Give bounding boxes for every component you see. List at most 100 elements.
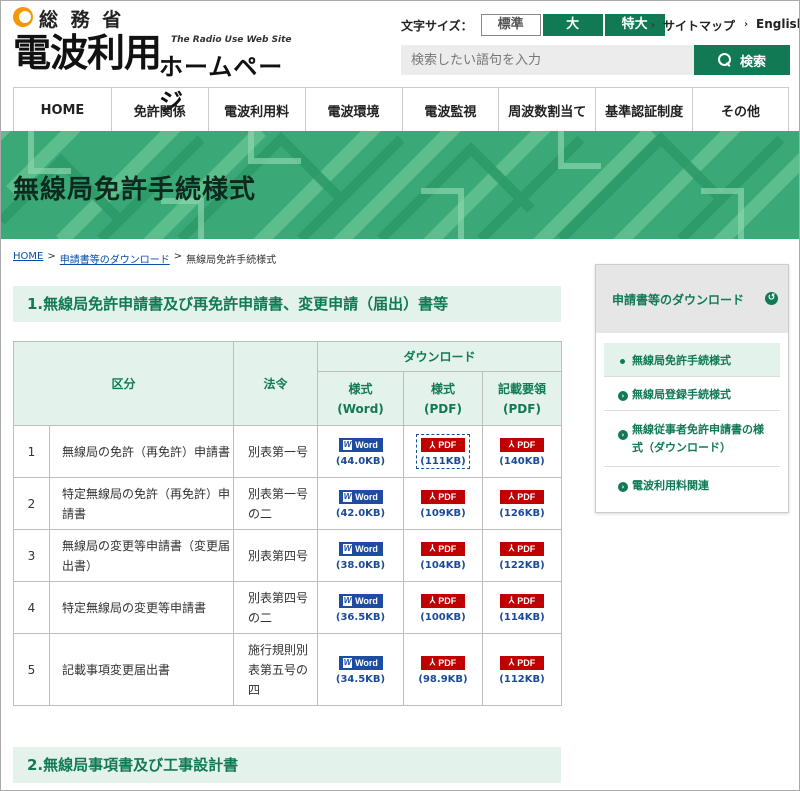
pdf-badge: ⅄ PDF (500, 541, 544, 556)
file-size: (140KB) (499, 455, 545, 467)
sidebar-item-radio-fee[interactable]: › 電波利用料関連 (604, 467, 780, 503)
word-badge: W Word (338, 594, 383, 608)
file-size: (42.0KB) (335, 508, 386, 519)
sidebar-item-license-forms[interactable]: 無線局免許手続様式 (604, 343, 780, 377)
table-row: 2 特定無線局の免許（再免許）申請書 別表第一号の二 W Word (42.0KB… (13, 477, 562, 530)
table-row: 5 記載事項変更届出書 施行規則別表第五号の四 W Word (34.5KB) ⅄… (13, 633, 562, 706)
row-form-name: 記載事項変更届出書 (49, 633, 234, 706)
row-form-name: 特定無線局の変更等申請書 (49, 581, 234, 634)
word-icon: W (343, 544, 353, 554)
ministry-logo-icon (13, 7, 33, 27)
pdf-badge: ⅄ PDF (421, 593, 465, 608)
file-size: (44.0KB) (335, 456, 386, 467)
bullet-dot-icon (620, 358, 625, 364)
nav-item-radio-monitoring[interactable]: 電波監視 (403, 88, 500, 132)
word-icon: W (343, 658, 353, 668)
table-row: 1 無線局の免許（再免許）申請書 別表第一号 W Word (44.0KB) ⅄ P… (13, 425, 562, 478)
pdf-badge: ⅄ PDF (500, 655, 544, 670)
font-size-control: 文字サイズ： 標準 大 特大 (401, 14, 665, 36)
sidebar: 申請書等のダウンロード ↺ 無線局免許手続様式 › 無線局登録手続様式 › 無線… (595, 264, 789, 513)
pdf-icon: ⅄ (508, 543, 515, 554)
pdf-download-link[interactable]: ⅄ PDF (98.9KB) (403, 633, 483, 706)
site-title: 電波利用 (13, 31, 162, 75)
nav-item-radio-fee[interactable]: 電波利用料 (209, 88, 306, 132)
row-number: 1 (13, 425, 50, 478)
row-law: 別表第一号の二 (233, 477, 318, 530)
file-size: (122KB) (499, 559, 545, 571)
pdf-badge: ⅄ PDF (500, 489, 544, 504)
word-download-link[interactable]: W Word (34.5KB) (317, 633, 404, 706)
header-guide-pdf: 記載要領 (PDF) (482, 371, 562, 426)
word-badge: W Word (338, 656, 383, 670)
table-row: 3 無線局の変更等申請書（変更届出書） 別表第四号 W Word (38.0KB)… (13, 529, 562, 582)
sidebar-item-label: 電波利用料関連 (632, 479, 709, 492)
english-link[interactable]: › English (744, 17, 799, 31)
file-size: (36.5KB) (335, 612, 386, 623)
nav-item-frequency-allocation[interactable]: 周波数割当て (499, 88, 597, 132)
word-download-link[interactable]: W Word (36.5KB) (317, 581, 404, 634)
nav-item-home[interactable]: HOME (14, 88, 112, 132)
back-arrow-icon: ↺ (765, 292, 778, 305)
nav-item-certification[interactable]: 基準認証制度 (596, 88, 694, 132)
word-download-link[interactable]: W Word (44.0KB) (317, 425, 404, 478)
pdf-icon: ⅄ (508, 657, 515, 668)
search-input[interactable] (401, 45, 694, 75)
page-banner: 無線局免許手続様式 (1, 131, 799, 239)
row-number: 5 (13, 633, 50, 706)
page-frame: 総 務 省 電波利用 The Radio Use Web Site ホームページ… (0, 0, 800, 791)
breadcrumb-home-link[interactable]: HOME (13, 251, 43, 266)
pdf-download-link[interactable]: ⅄ PDF (104KB) (403, 529, 483, 582)
focused-link[interactable]: ⅄ PDF (111KB) (416, 433, 470, 470)
pdf-icon: ⅄ (508, 491, 515, 502)
chevron-right-icon: › (744, 18, 749, 30)
row-law: 別表第四号の二 (233, 581, 318, 634)
sidebar-item-operator-license-forms[interactable]: › 無線従事者免許申請書の様式（ダウンロード） (604, 411, 780, 467)
chevron-right-icon: › (651, 20, 656, 31)
pdf-download-link[interactable]: ⅄ PDF (100KB) (403, 581, 483, 634)
nav-item-radio-environment[interactable]: 電波環境 (306, 88, 403, 132)
pdf-badge: ⅄ PDF (500, 437, 544, 452)
file-size: (111KB) (420, 456, 466, 468)
site-logo[interactable]: 総 務 省 電波利用 The Radio Use Web Site ホームページ (13, 7, 303, 116)
guide-download-link[interactable]: ⅄ PDF (122KB) (482, 529, 562, 582)
sidebar-title: 申請書等のダウンロード (612, 292, 745, 307)
section-heading-2: 2.無線局事項書及び工事設計書 (13, 747, 561, 783)
pdf-badge: ⅄ PDF (500, 593, 544, 608)
row-form-name: 無線局の免許（再免許）申請書 (49, 425, 234, 478)
pdf-download-link[interactable]: ⅄ PDF (111KB) (403, 425, 483, 478)
font-size-label: 文字サイズ： (401, 18, 473, 33)
word-badge: W Word (338, 542, 383, 556)
row-number: 4 (13, 581, 50, 634)
file-size: (38.0KB) (335, 560, 386, 571)
guide-download-link[interactable]: ⅄ PDF (114KB) (482, 581, 562, 634)
arrow-circle-icon: › (618, 482, 628, 492)
header-form-word: 様式 (Word) (317, 371, 404, 426)
word-download-link[interactable]: W Word (38.0KB) (317, 529, 404, 582)
sidebar-item-registration-forms[interactable]: › 無線局登録手続様式 (604, 377, 780, 411)
row-form-name: 無線局の変更等申請書（変更届出書） (49, 529, 234, 582)
row-number: 3 (13, 529, 50, 582)
sidebar-item-label: 無線局免許手続様式 (632, 353, 731, 367)
font-size-standard-button[interactable]: 標準 (480, 14, 541, 36)
sitemap-link[interactable]: › サイトマップ (651, 17, 735, 34)
sidebar-title-link[interactable]: 申請書等のダウンロード ↺ (596, 265, 788, 333)
pdf-icon: ⅄ (429, 439, 436, 450)
guide-download-link[interactable]: ⅄ PDF (140KB) (482, 425, 562, 478)
row-form-name: 特定無線局の免許（再免許）申請書 (49, 477, 234, 530)
pdf-icon: ⅄ (508, 595, 515, 606)
file-size: (126KB) (499, 507, 545, 519)
file-size: (112KB) (499, 673, 545, 685)
nav-item-other[interactable]: その他 (693, 88, 789, 132)
guide-download-link[interactable]: ⅄ PDF (112KB) (482, 633, 562, 706)
breadcrumb-downloads-link[interactable]: 申請書等のダウンロード (60, 251, 170, 266)
pdf-icon: ⅄ (508, 439, 515, 450)
guide-download-link[interactable]: ⅄ PDF (126KB) (482, 477, 562, 530)
nav-item-license[interactable]: 免許関係 (112, 88, 209, 132)
search-button[interactable]: 検索 (694, 45, 790, 75)
arrow-circle-icon: › (618, 390, 628, 401)
pdf-download-link[interactable]: ⅄ PDF (109KB) (403, 477, 483, 530)
site-title-en: The Radio Use Web Site (171, 35, 292, 45)
font-size-large-button[interactable]: 大 (542, 14, 603, 36)
ministry-name: 総 務 省 (39, 9, 125, 31)
word-download-link[interactable]: W Word (42.0KB) (317, 477, 404, 530)
